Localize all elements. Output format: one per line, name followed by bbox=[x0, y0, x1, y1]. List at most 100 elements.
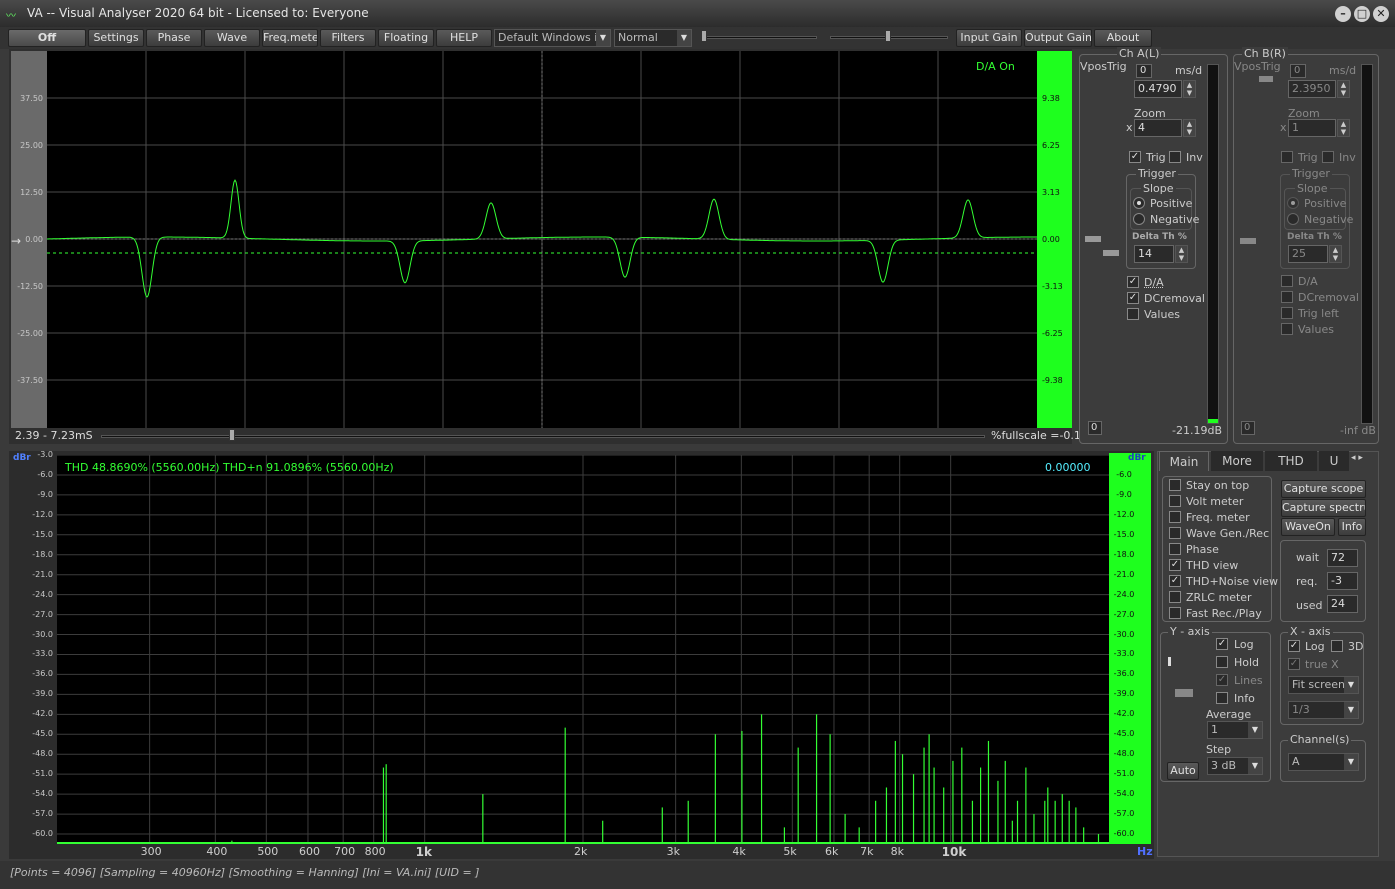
info-button[interactable]: Info bbox=[1338, 518, 1366, 536]
chb-ms-spinner[interactable]: ▲ ▼ bbox=[1337, 80, 1350, 98]
output-gain-slider-thumb[interactable] bbox=[885, 30, 891, 42]
output-gain-button[interactable]: Output Gain bbox=[1024, 29, 1092, 47]
chb-zoom-input[interactable]: 1 bbox=[1288, 119, 1336, 137]
chb-ms-input[interactable]: 2.3950 bbox=[1288, 80, 1336, 98]
cha-positive-label: Positive bbox=[1150, 197, 1193, 210]
freqmeter-button[interactable]: Freq.meter bbox=[262, 29, 318, 47]
spectrum-x-tick: 300 bbox=[140, 845, 162, 858]
main-volt-meter-checkbox[interactable] bbox=[1169, 495, 1181, 507]
octave-select[interactable]: 1/3 ▼ bbox=[1288, 701, 1359, 719]
cha-values-checkbox[interactable] bbox=[1127, 308, 1139, 320]
main-stay-on-top-checkbox[interactable] bbox=[1169, 479, 1181, 491]
chb-da-checkbox[interactable] bbox=[1281, 275, 1293, 287]
cha-zoom-input[interactable]: 4 bbox=[1134, 119, 1182, 137]
wave-button[interactable]: Wave bbox=[204, 29, 260, 47]
y-axis-slider[interactable] bbox=[1168, 657, 1171, 666]
y-lines-checkbox[interactable]: ✓ bbox=[1216, 674, 1228, 686]
cha-trig-label: Trig bbox=[1146, 151, 1166, 164]
main-freq-meter-checkbox[interactable] bbox=[1169, 511, 1181, 523]
chb-delta-input[interactable]: 25 bbox=[1288, 245, 1328, 263]
cha-inv-checkbox[interactable] bbox=[1169, 151, 1181, 163]
maximize-icon[interactable]: □ bbox=[1354, 6, 1370, 22]
chb-dcremoval-checkbox[interactable] bbox=[1281, 291, 1293, 303]
chb-zero-button[interactable]: 0 bbox=[1290, 64, 1306, 78]
x-3d-checkbox[interactable] bbox=[1331, 640, 1343, 652]
vpos-slider-thumb[interactable] bbox=[1085, 236, 1101, 242]
spectrum-right-tick: -42.0 bbox=[1113, 709, 1135, 719]
main-phase-checkbox[interactable] bbox=[1169, 543, 1181, 555]
floating-button[interactable]: Floating bbox=[378, 29, 434, 47]
average-select[interactable]: 1 ▼ bbox=[1207, 721, 1263, 739]
main-thd-view-checkbox[interactable]: ✓ bbox=[1169, 559, 1181, 571]
chb-delta-spinner[interactable]: ▲ ▼ bbox=[1329, 245, 1342, 263]
chb-values-checkbox[interactable] bbox=[1281, 323, 1293, 335]
y-info-checkbox[interactable] bbox=[1216, 692, 1228, 704]
help-button[interactable]: HELP bbox=[436, 29, 492, 47]
y-log-checkbox[interactable]: ✓ bbox=[1216, 638, 1228, 650]
x-truex-label: true X bbox=[1305, 658, 1339, 671]
input-gain-button[interactable]: Input Gain bbox=[956, 29, 1022, 47]
tab-main[interactable]: Main bbox=[1159, 451, 1209, 471]
tab-thd[interactable]: THD bbox=[1265, 451, 1317, 471]
tab-scroll-icon[interactable]: ◂ ▸ bbox=[1351, 453, 1363, 463]
minimize-icon[interactable]: – bbox=[1335, 6, 1351, 22]
input-gain-slider[interactable] bbox=[702, 36, 817, 39]
cha-db-readout: -21.19dB bbox=[1172, 424, 1222, 437]
cha-da-checkbox[interactable]: ✓ bbox=[1127, 276, 1139, 288]
cha-ms-input[interactable]: 0.4790 bbox=[1134, 80, 1182, 98]
x-log-checkbox[interactable]: ✓ bbox=[1288, 640, 1300, 652]
thd-readout: THD 48.8690% (5560.00Hz) THD+n 91.0896% … bbox=[65, 461, 394, 474]
chb-vpos-slider-thumb[interactable] bbox=[1240, 238, 1256, 244]
chb-inv-checkbox[interactable] bbox=[1322, 151, 1334, 163]
spectrum-right-tick: -27.0 bbox=[1113, 609, 1135, 619]
cha-zoom-spinner[interactable]: ▲ ▼ bbox=[1183, 119, 1196, 137]
cha-delta-input[interactable]: 14 bbox=[1134, 245, 1174, 263]
main-zrlc-checkbox[interactable] bbox=[1169, 591, 1181, 603]
cha-ms-spinner[interactable]: ▲ ▼ bbox=[1183, 80, 1196, 98]
capture-spectrum-button[interactable]: Capture spectrum bbox=[1281, 499, 1366, 517]
time-slider-thumb[interactable] bbox=[229, 429, 235, 441]
main-wave-gen-checkbox[interactable] bbox=[1169, 527, 1181, 539]
about-button[interactable]: About bbox=[1094, 29, 1152, 47]
chb-trigleft-checkbox[interactable] bbox=[1281, 307, 1293, 319]
auto-button[interactable]: Auto bbox=[1167, 762, 1199, 780]
spectrum-x-tick: 10k bbox=[941, 845, 967, 859]
step-select[interactable]: 3 dB ▼ bbox=[1207, 757, 1263, 775]
close-icon[interactable]: ✕ bbox=[1373, 6, 1389, 22]
device-select[interactable]: Default Windows inp ▼ bbox=[494, 29, 611, 47]
chb-zoom-spinner[interactable]: ▲ ▼ bbox=[1337, 119, 1350, 137]
cha-dcremoval-checkbox[interactable]: ✓ bbox=[1127, 292, 1139, 304]
settings-button[interactable]: Settings bbox=[88, 29, 144, 47]
chb-positive-radio[interactable] bbox=[1287, 197, 1299, 209]
spectrum-right-tick: -54.0 bbox=[1113, 789, 1135, 799]
chb-trig-slider-thumb[interactable] bbox=[1259, 76, 1273, 82]
input-gain-slider-thumb[interactable] bbox=[701, 30, 707, 42]
filters-button[interactable]: Filters bbox=[320, 29, 376, 47]
tab-more[interactable]: More bbox=[1211, 451, 1263, 471]
off-button[interactable]: Off bbox=[8, 29, 86, 47]
waveon-button[interactable]: WaveOn bbox=[1281, 518, 1335, 536]
cha-delta-spinner[interactable]: ▲ ▼ bbox=[1175, 245, 1188, 263]
chb-bottom-zero[interactable]: 0 bbox=[1241, 421, 1255, 435]
chb-negative-radio[interactable] bbox=[1287, 213, 1299, 225]
main-fast-rec-checkbox[interactable] bbox=[1169, 607, 1181, 619]
spectrum-x-tick: 6k bbox=[824, 845, 839, 858]
cha-negative-radio[interactable] bbox=[1133, 213, 1145, 225]
trig-slider-thumb[interactable] bbox=[1103, 250, 1119, 256]
main-thdn-view-checkbox[interactable]: ✓ bbox=[1169, 575, 1181, 587]
tab-u[interactable]: U bbox=[1319, 451, 1349, 471]
spectrum-left-tick: -33.0 bbox=[32, 649, 53, 659]
cha-zero-button[interactable]: 0 bbox=[1136, 64, 1152, 78]
phase-button[interactable]: Phase bbox=[146, 29, 202, 47]
mode-select[interactable]: Normal ▼ bbox=[614, 29, 692, 47]
cha-bottom-zero[interactable]: 0 bbox=[1088, 421, 1102, 435]
chb-trig-checkbox[interactable] bbox=[1281, 151, 1293, 163]
cha-positive-radio[interactable] bbox=[1133, 197, 1145, 209]
x-truex-checkbox[interactable]: ✓ bbox=[1288, 658, 1300, 670]
capture-scope-button[interactable]: Capture scope bbox=[1281, 480, 1366, 498]
y-hold-checkbox[interactable] bbox=[1216, 656, 1228, 668]
y-axis-offset-thumb[interactable] bbox=[1175, 689, 1193, 697]
channels-select[interactable]: A ▼ bbox=[1288, 753, 1359, 771]
fit-screen-select[interactable]: Fit screen ▼ bbox=[1288, 676, 1359, 694]
cha-trig-checkbox[interactable]: ✓ bbox=[1129, 151, 1141, 163]
